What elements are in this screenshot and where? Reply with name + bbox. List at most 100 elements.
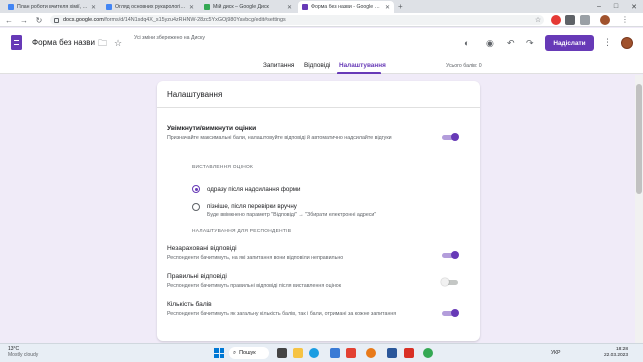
- address-toolbar: ← → ↻ docs.google.com /forms/d/14N1sdq4X…: [0, 13, 643, 27]
- correct-answers-toggle[interactable]: [441, 278, 459, 286]
- url-bar[interactable]: docs.google.com /forms/d/14N1sdq4X_s15yz…: [50, 15, 544, 25]
- browser-tab-1[interactable]: План роботи вчителя хімії, біол ✕: [4, 1, 100, 13]
- tab-title: Мій диск – Google Диск: [213, 4, 269, 10]
- release-later-description: Буде ввімкнено параметр "Відповіді" → "З…: [207, 212, 377, 218]
- quiz-toggle[interactable]: [441, 133, 459, 141]
- weather-description: Mostly cloudy: [8, 352, 39, 358]
- avatar[interactable]: [621, 37, 633, 49]
- tab-responses[interactable]: Відповіді: [304, 62, 330, 69]
- toggle-thumb: [441, 278, 449, 286]
- reload-button[interactable]: ↻: [33, 14, 45, 26]
- divider: [157, 107, 480, 108]
- windows-taskbar: 13°C Mostly cloudy ⌕ Пошук УКР 18:28 22.…: [0, 343, 643, 362]
- maximize-button[interactable]: □: [608, 0, 624, 13]
- clock-date: 22.03.2023: [603, 353, 628, 358]
- back-button[interactable]: ←: [3, 14, 15, 26]
- new-tab-button[interactable]: +: [398, 2, 403, 11]
- close-tab-icon[interactable]: ✕: [91, 4, 96, 11]
- forms-favicon-icon: [302, 4, 308, 10]
- correct-answers-description: Респонденти бачитимуть правильні відпові…: [167, 283, 342, 289]
- extensions-puzzle-icon[interactable]: [565, 15, 575, 25]
- missed-questions-description: Респонденти бачитимуть, на які запитання…: [167, 255, 344, 261]
- firefox-icon[interactable]: [366, 348, 376, 358]
- toggle-thumb: [451, 309, 459, 317]
- sidepanel-icon[interactable]: [580, 15, 590, 25]
- edge-icon[interactable]: [309, 348, 319, 358]
- taskbar-search[interactable]: ⌕ Пошук: [229, 347, 269, 359]
- minimize-button[interactable]: –: [591, 0, 607, 13]
- page-scrollbar[interactable]: [635, 75, 643, 343]
- search-icon: ⌕: [233, 349, 237, 356]
- send-button[interactable]: Надіслати: [545, 35, 594, 51]
- star-icon[interactable]: ☆: [114, 38, 122, 48]
- search-label: Пошук: [239, 350, 256, 356]
- forward-button[interactable]: →: [18, 14, 30, 26]
- active-tab-indicator: [337, 72, 381, 74]
- windows-start-icon[interactable]: [214, 348, 224, 358]
- move-to-folder-icon[interactable]: 🗀: [98, 38, 107, 48]
- input-language[interactable]: УКР: [551, 350, 560, 356]
- close-tab-icon[interactable]: ✕: [385, 4, 390, 11]
- correct-answers-title: Правильні відповіді: [167, 273, 227, 280]
- browser-tab-4-active[interactable]: Форма без назви - Google Форм ✕: [298, 1, 394, 13]
- app-icon[interactable]: [404, 348, 414, 358]
- quiz-toggle-title: Увімкнути/вимкнути оцінки: [167, 125, 257, 132]
- missed-questions-toggle[interactable]: [441, 251, 459, 259]
- browser-tab-3[interactable]: Мій диск – Google Диск ✕: [200, 1, 296, 13]
- redo-icon[interactable]: ↷: [526, 38, 534, 48]
- settings-card: Налаштування Увімкнути/вимкнути оцінки П…: [157, 81, 480, 341]
- url-host: docs.google.com: [63, 17, 104, 23]
- browser-tab-2[interactable]: Огляд основних рукарологічних ✕: [102, 1, 198, 13]
- close-tab-icon[interactable]: ✕: [189, 4, 194, 11]
- browser-menu-icon[interactable]: ⋮: [620, 15, 630, 25]
- app-icon[interactable]: [346, 348, 356, 358]
- release-immediately-label[interactable]: одразу після надсилання форми: [207, 186, 300, 193]
- store-icon[interactable]: [330, 348, 340, 358]
- undo-icon[interactable]: ↶: [507, 38, 515, 48]
- close-window-button[interactable]: ✕: [626, 0, 642, 13]
- total-points: Усього балів: 0: [446, 63, 482, 69]
- file-explorer-icon[interactable]: [293, 348, 303, 358]
- release-grade-section-label: ВИСТАВЛЕННЯ ОЦІНОК: [192, 165, 254, 170]
- tab-title: Огляд основних рукарологічних: [115, 4, 186, 10]
- release-immediately-radio[interactable]: [192, 185, 200, 193]
- customize-theme-icon[interactable]: ◐: [464, 38, 469, 48]
- more-options-icon[interactable]: ⋮: [603, 37, 612, 48]
- url-path: /forms/d/14N1sdq4X_s15yzu4zRHNW-28zc5YxG…: [103, 17, 286, 23]
- point-values-title: Кількість балів: [167, 301, 212, 308]
- tab-title: Форма без назви - Google Форм: [311, 4, 382, 10]
- drive-favicon-icon: [204, 4, 210, 10]
- profile-avatar-icon[interactable]: [600, 15, 610, 25]
- point-values-toggle[interactable]: [441, 309, 459, 317]
- extension-icon[interactable]: [551, 15, 561, 25]
- docs-favicon-icon: [106, 4, 112, 10]
- docs-favicon-icon: [8, 4, 14, 10]
- tab-title: План роботи вчителя хімії, біол: [17, 4, 88, 10]
- word-icon[interactable]: [387, 348, 397, 358]
- respondent-settings-section-label: НАЛАШТУВАННЯ ДЛЯ РЕСПОНДЕНТІВ: [192, 229, 292, 234]
- toggle-thumb: [451, 133, 459, 141]
- missed-questions-title: Незараховані відповіді: [167, 245, 237, 252]
- taskbar-clock[interactable]: 18:28 22.03.2023: [598, 347, 628, 359]
- save-status: Усі зміни збережено на Диску: [134, 35, 205, 41]
- browser-tab-strip: План роботи вчителя хімії, біол ✕ Огляд …: [0, 0, 643, 13]
- toggle-thumb: [451, 251, 459, 259]
- point-values-description: Респонденти бачитимуть як загальну кільк…: [167, 311, 397, 317]
- tab-questions[interactable]: Запитання: [263, 62, 294, 69]
- settings-title: Налаштування: [167, 90, 223, 99]
- form-tabs: Запитання Відповіді Налаштування Усього …: [0, 60, 643, 74]
- task-view-icon[interactable]: [277, 348, 287, 358]
- form-title[interactable]: Форма без назви: [32, 38, 95, 47]
- lock-icon: [54, 17, 59, 23]
- close-tab-icon[interactable]: ✕: [287, 4, 292, 11]
- chrome-icon[interactable]: [423, 348, 433, 358]
- preview-eye-icon[interactable]: ◉: [486, 38, 494, 48]
- release-later-radio[interactable]: [192, 203, 200, 211]
- scrollbar-thumb[interactable]: [636, 84, 642, 194]
- quiz-toggle-description: Призначайте максимальні бали, налаштовуй…: [167, 135, 392, 141]
- google-forms-logo-icon[interactable]: [11, 35, 22, 50]
- bookmark-star-icon[interactable]: ☆: [532, 14, 544, 26]
- weather-widget[interactable]: 13°C Mostly cloudy: [8, 346, 38, 358]
- tab-settings[interactable]: Налаштування: [339, 62, 386, 69]
- release-later-label[interactable]: пізніше, після перевірки вручну: [207, 203, 297, 210]
